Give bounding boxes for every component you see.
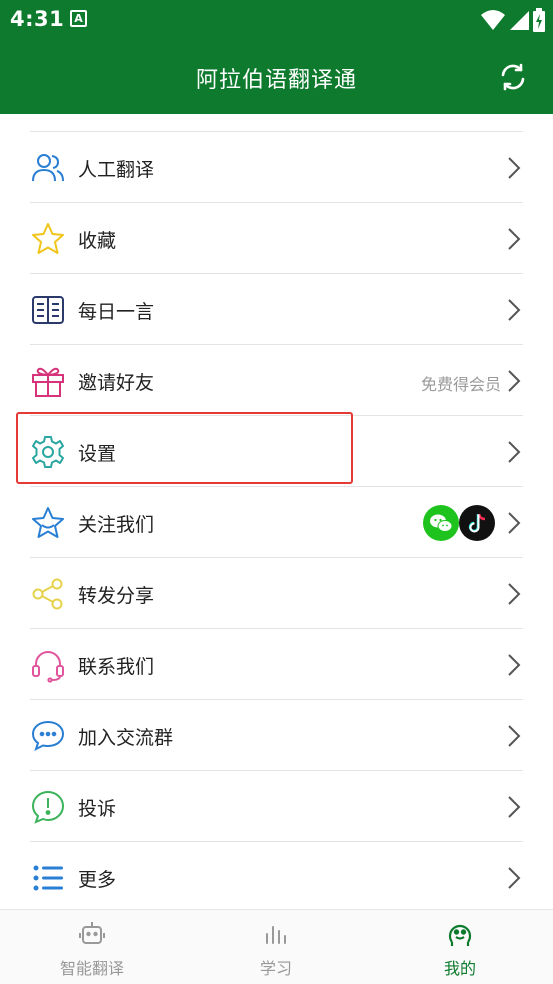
chevron-right-icon <box>508 157 521 179</box>
status-time: 4:31 <box>10 7 65 31</box>
signal-icon <box>510 11 529 30</box>
robot-icon <box>79 922 105 944</box>
tiktok-icon[interactable] <box>459 505 495 541</box>
book-icon <box>32 296 64 324</box>
tab-label: 学习 <box>259 959 292 978</box>
chevron-right-icon <box>508 654 521 676</box>
system-icons <box>481 7 545 33</box>
alert-icon <box>31 790 65 824</box>
free-membership-text: 免费得会员 <box>420 375 501 394</box>
menu-item-label: 关注我们 <box>78 514 155 536</box>
status-bar: 4:31 A <box>0 0 553 40</box>
app-bar: 阿拉伯语翻译通 <box>0 40 553 114</box>
chevron-right-icon <box>508 796 521 818</box>
share-icon <box>32 578 63 610</box>
menu-item-contact-us[interactable]: 联系我们 <box>0 629 553 700</box>
headset-icon <box>32 651 64 683</box>
menu-item-follow-us[interactable]: 关注我们 <box>0 487 553 558</box>
chevron-right-icon <box>508 441 521 463</box>
menu-item-label: 加入交流群 <box>78 727 174 749</box>
menu-item-label: 投诉 <box>78 798 117 820</box>
menu-item-label: 邀请好友 <box>78 372 155 394</box>
menu-item-human-translation[interactable]: 人工翻译 <box>0 132 553 203</box>
highlight-box <box>16 412 353 484</box>
menu-item-label: 更多 <box>78 869 117 891</box>
page-title: 阿拉伯语翻译通 <box>195 68 357 93</box>
menu-item-join-group[interactable]: 加入交流群 <box>0 700 553 771</box>
bottom-nav: 智能翻译 学习 我的 <box>0 909 553 984</box>
tab-mine[interactable]: 我的 <box>368 910 552 984</box>
battery-icon <box>533 8 545 32</box>
menu-item-daily-quote[interactable]: 每日一言 <box>0 274 553 345</box>
wifi-icon <box>481 10 505 30</box>
chevron-right-icon <box>508 583 521 605</box>
menu-item-complaint[interactable]: 投诉 <box>0 771 553 842</box>
menu-item-label: 联系我们 <box>78 656 155 678</box>
menu-item-more[interactable]: 更多 <box>0 842 553 913</box>
refresh-icon[interactable] <box>499 63 527 91</box>
chevron-right-icon <box>508 228 521 250</box>
chevron-right-icon <box>508 299 521 321</box>
menu-item-invite-friends[interactable]: 邀请好友 免费得会员 <box>0 345 553 416</box>
menu-item-label: 人工翻译 <box>78 159 155 181</box>
wechat-icon[interactable] <box>423 505 459 541</box>
chart-icon <box>266 926 286 944</box>
person-icon <box>32 154 64 182</box>
menu-item-label: 收藏 <box>78 230 117 252</box>
gift-icon <box>32 367 64 397</box>
chevron-right-icon <box>508 867 521 889</box>
chevron-right-icon <box>508 512 521 534</box>
chat-icon <box>31 720 65 751</box>
tab-label: 智能翻译 <box>59 959 124 978</box>
notification-a-icon: A <box>70 10 87 27</box>
chevron-right-icon <box>508 725 521 747</box>
menu-item-favorites[interactable]: 收藏 <box>0 203 553 274</box>
star-badge-icon <box>32 507 64 538</box>
star-icon <box>32 223 64 254</box>
tab-study[interactable]: 学习 <box>184 910 368 984</box>
tab-smart-translate[interactable]: 智能翻译 <box>0 910 184 984</box>
menu-item-share[interactable]: 转发分享 <box>0 558 553 629</box>
list-icon <box>33 865 63 891</box>
menu-item-label: 转发分享 <box>78 585 155 607</box>
tab-label: 我的 <box>443 959 476 978</box>
profile-icon <box>448 924 472 946</box>
chevron-right-icon <box>508 370 521 392</box>
menu-item-label: 每日一言 <box>78 301 155 323</box>
